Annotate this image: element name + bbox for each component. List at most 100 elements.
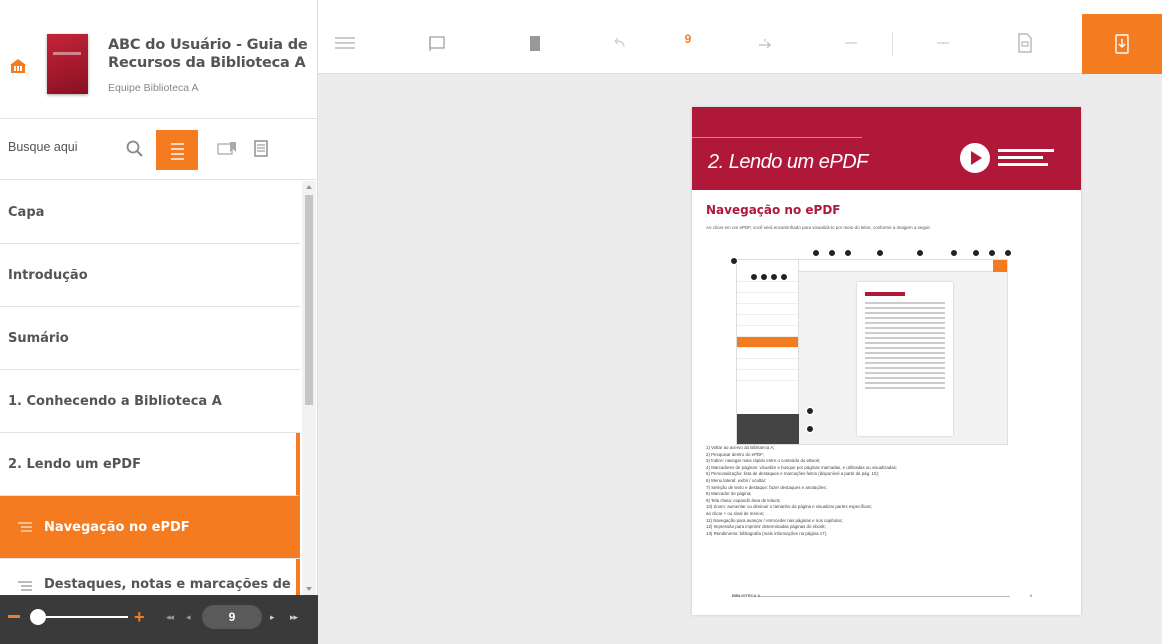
- feature-list: 1) Voltar ao acervo da Biblioteca A; 2) …: [706, 445, 1068, 537]
- list-item: 5) Personalização: lista de destaques e …: [706, 471, 880, 477]
- zoom-in-button[interactable]: +: [134, 608, 145, 626]
- book-title: ABC do Usuário - Guia de Recursos da Bib…: [108, 37, 308, 71]
- zoom-slider-track[interactable]: [38, 616, 128, 618]
- toolbar-divider: [892, 32, 893, 56]
- notes-tab-icon[interactable]: [248, 136, 274, 162]
- book-header: ABC do Usuário - Guia de Recursos da Bib…: [0, 14, 318, 119]
- zoom-slider-handle[interactable]: [30, 609, 46, 625]
- callout-marker: [828, 249, 836, 257]
- toc-item-capa[interactable]: Capa: [0, 181, 300, 244]
- toc-item-sumario[interactable]: Sumário: [0, 307, 300, 370]
- document-icon: [1018, 33, 1032, 53]
- download-button[interactable]: [1082, 14, 1162, 74]
- bookmarks-tab-icon[interactable]: [214, 136, 240, 162]
- callout-marker: [760, 273, 768, 281]
- callout-marker: [806, 407, 814, 415]
- callout-marker: [770, 273, 778, 281]
- zoom-navigation-bar: + ◂◂ ◂ 9 ▸ ▸▸: [0, 595, 318, 644]
- list-item: 7) Seleção de texto e destaque: fazer de…: [706, 484, 827, 490]
- chapter-banner: 2. Lendo um ePDF: [692, 107, 1081, 190]
- callout-marker: [806, 425, 814, 433]
- list-item: 3) Índice: navegar mais rápido entre o c…: [706, 458, 821, 464]
- zoom-out-toolbar-button[interactable]: [836, 28, 866, 58]
- callout-marker: [916, 249, 924, 257]
- print-button[interactable]: [1010, 28, 1040, 58]
- toc-tab-button[interactable]: [156, 130, 198, 170]
- callout-marker: [844, 249, 852, 257]
- undo-arrow-icon: [614, 37, 625, 48]
- history-forward-button[interactable]: [750, 28, 780, 58]
- reader-screenshot-figure: [726, 249, 1026, 449]
- list-item: ao clicar + ou sinal de menos;: [706, 510, 765, 516]
- toc-scrollbar[interactable]: [302, 181, 316, 595]
- callout-marker: [950, 249, 958, 257]
- table-of-contents: Capa Introdução Sumário 1. Conhecendo a …: [0, 181, 300, 595]
- toc-item-label: Destaques, notas e marcações de: [44, 577, 291, 592]
- bookmark-icon: [530, 36, 540, 51]
- scroll-thumb[interactable]: [305, 195, 313, 405]
- search-icon[interactable]: [124, 138, 146, 160]
- list-item: 2) Pesquisar dentro do ePDF;: [706, 451, 765, 457]
- minus-icon: [845, 42, 857, 44]
- footer-page-number: 9: [1029, 593, 1032, 598]
- list-item: 11) Navegação para avançar / retroceder …: [706, 517, 843, 523]
- callout-marker: [876, 249, 884, 257]
- page-number-field[interactable]: 9: [202, 605, 262, 629]
- scroll-up-arrow-icon[interactable]: [306, 185, 312, 189]
- last-page-button[interactable]: ▸▸: [290, 612, 298, 623]
- next-page-button[interactable]: ▸: [270, 612, 275, 623]
- callout-marker: [780, 273, 788, 281]
- reader-toolbar: 9: [318, 14, 1162, 74]
- first-page-button[interactable]: ◂◂: [166, 612, 174, 623]
- text-selection-icon: [429, 36, 445, 51]
- list-item: 6) Menu lateral: exibir / ocultar;: [706, 477, 767, 483]
- figure-toolbar: [799, 260, 1007, 272]
- list-item: 4) Marcadores de páginas: visualize e bu…: [706, 464, 898, 470]
- scroll-down-arrow-icon[interactable]: [306, 587, 312, 591]
- list-icon: [18, 522, 32, 532]
- list-item: 1) Voltar ao acervo da Biblioteca A;: [706, 445, 775, 450]
- toc-item-label: Navegação no ePDF: [44, 519, 190, 535]
- list-icon: [171, 143, 184, 160]
- zoom-out-button[interactable]: [8, 615, 20, 618]
- footer-rule: [760, 596, 1010, 597]
- bookmark-page-button[interactable]: [520, 28, 550, 58]
- book-author: Equipe Biblioteca A: [108, 82, 199, 94]
- prev-page-button[interactable]: ◂: [186, 612, 191, 623]
- toggle-sidebar-button[interactable]: [330, 28, 360, 58]
- history-back-button[interactable]: [604, 28, 634, 58]
- callout-marker: [1004, 249, 1012, 257]
- toc-item-label: Sumário: [8, 330, 69, 346]
- page-footer: BIBLIOTECA A 9: [732, 593, 1032, 601]
- download-document-icon: [1115, 34, 1129, 54]
- highlight-button[interactable]: [422, 28, 452, 58]
- list-item: 12) Impressão para imprimir determinadas…: [706, 524, 826, 530]
- sidebar: ABC do Usuário - Guia de Recursos da Bib…: [0, 0, 318, 644]
- toc-item-destaques[interactable]: Destaques, notas e marcações de: [0, 559, 300, 595]
- toc-item-navegacao-active[interactable]: Navegação no ePDF: [0, 496, 300, 559]
- toc-item-introducao[interactable]: Introdução: [0, 244, 300, 307]
- list-item: 13) Rendimento: bibliografia (mais infor…: [706, 530, 828, 536]
- zoom-in-toolbar-button[interactable]: [928, 28, 958, 58]
- section-title: Navegação no ePDF: [706, 203, 841, 217]
- plus-icon: [937, 42, 949, 44]
- book-page: 2. Lendo um ePDF Navegação no ePDF Ao cl…: [692, 107, 1081, 615]
- toc-item-label: 1. Conhecendo a Biblioteca A: [8, 393, 222, 409]
- banner-divider: [692, 137, 862, 138]
- toc-item-label: Capa: [8, 204, 45, 220]
- callout-marker: [730, 257, 738, 265]
- toc-item-label: Introdução: [8, 267, 88, 283]
- callout-marker: [988, 249, 996, 257]
- search-input[interactable]: [8, 140, 116, 154]
- toc-item-chapter-1[interactable]: 1. Conhecendo a Biblioteca A: [0, 370, 300, 433]
- figure-screen: [736, 259, 1008, 445]
- chapter-title: 2. Lendo um ePDF: [708, 151, 868, 173]
- library-home-icon[interactable]: [10, 59, 26, 73]
- toc-item-chapter-2[interactable]: 2. Lendo um ePDF: [0, 433, 300, 496]
- intro-paragraph: Ao clicar em um ePDF, você será encaminh…: [706, 225, 932, 230]
- figure-sidebar: [737, 260, 799, 444]
- list-item: 10) Zoom: aumentar ou diminuir o tamanho…: [706, 504, 872, 510]
- menu-icon: [335, 37, 355, 49]
- toolbar-page-field[interactable]: 9: [676, 32, 700, 46]
- search-bar: [0, 120, 318, 180]
